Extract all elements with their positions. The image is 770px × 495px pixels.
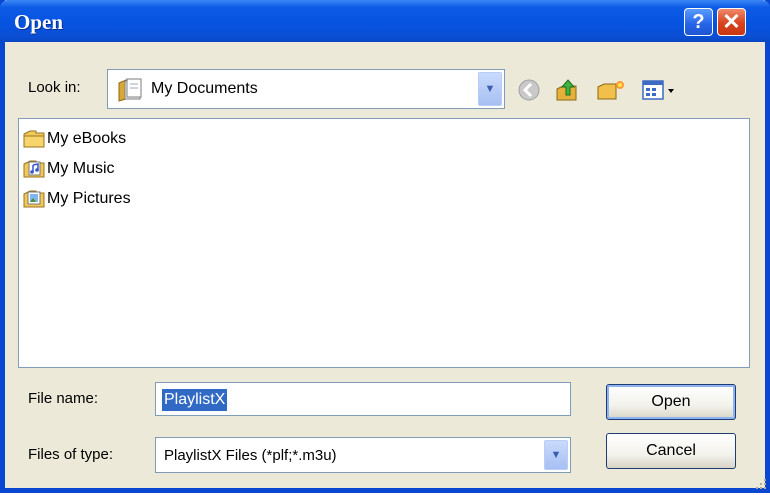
file-name: My Music <box>47 160 115 178</box>
title-bar[interactable]: Open ? ✕ <box>0 0 770 42</box>
list-item[interactable]: My eBooks <box>23 126 126 152</box>
cancel-button[interactable]: Cancel <box>606 433 736 469</box>
my-documents-icon <box>116 77 144 107</box>
file-type-value: PlaylistX Files (*plf;*.m3u) <box>164 447 337 464</box>
chevron-down-icon[interactable]: ▼ <box>478 72 502 106</box>
file-name-label: File name: <box>28 390 98 407</box>
list-item[interactable]: My Pictures <box>23 186 131 212</box>
back-icon[interactable] <box>516 77 542 103</box>
file-name-field[interactable]: PlaylistX <box>155 382 571 416</box>
chevron-down-icon[interactable]: ▼ <box>544 440 568 470</box>
new-folder-icon[interactable] <box>596 77 622 103</box>
resize-grip-icon[interactable] <box>754 477 768 491</box>
file-name: My eBooks <box>47 130 126 148</box>
file-name: My Pictures <box>47 190 131 208</box>
close-button[interactable]: ✕ <box>717 8 746 36</box>
up-folder-icon[interactable] <box>554 77 580 103</box>
view-menu-icon[interactable] <box>640 77 678 103</box>
file-name-value: PlaylistX <box>162 389 227 411</box>
look-in-dropdown[interactable]: My Documents ▼ <box>107 69 505 109</box>
file-type-label: Files of type: <box>28 446 113 463</box>
pictures-folder-icon <box>23 189 45 209</box>
look-in-label: Look in: <box>28 79 81 96</box>
music-folder-icon <box>23 159 45 179</box>
list-item[interactable]: My Music <box>23 156 115 182</box>
open-button[interactable]: Open <box>606 384 736 420</box>
file-type-dropdown[interactable]: PlaylistX Files (*plf;*.m3u) ▼ <box>155 437 571 473</box>
file-list[interactable]: My eBooks My Music My Pictures <box>18 118 750 368</box>
help-button[interactable]: ? <box>684 8 713 36</box>
folder-icon <box>23 129 45 149</box>
look-in-value: My Documents <box>151 80 258 98</box>
dialog-title: Open <box>14 10 63 35</box>
